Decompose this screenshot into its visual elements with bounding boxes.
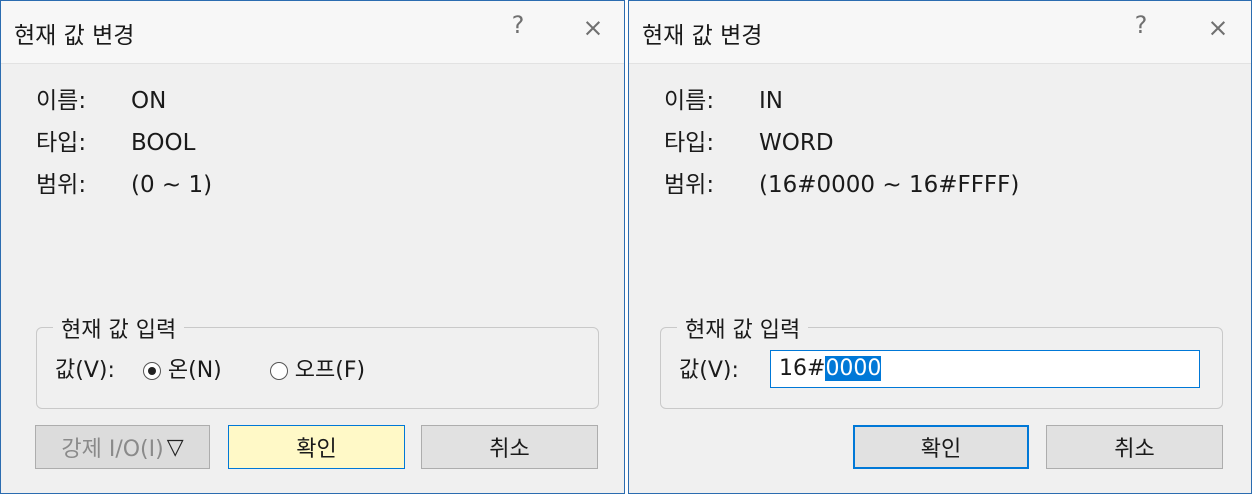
ok-label: 확인	[920, 437, 962, 462]
change-value-dialog-word: 현재 값 변경 ? × 이름: IN 타입: WORD 범위: (16#0000 ~ …	[628, 0, 1252, 494]
ok-label: 확인	[296, 437, 337, 462]
force-io-label: 강제 I/O(I)	[61, 437, 164, 462]
value-row: 값(V): 온(N) 오프(F)	[55, 352, 365, 384]
radio-on-label[interactable]: 온(N)	[168, 358, 222, 383]
range-label: 범위:	[36, 172, 87, 198]
value-input[interactable]: 16#0000	[770, 350, 1200, 388]
cancel-label: 취소	[1114, 437, 1155, 462]
value-label: 값(V):	[679, 358, 739, 383]
change-value-dialog-bool: 현재 값 변경 ? × 이름: ON 타입: BOOL 범위: (0 ~ 1) 현재 …	[0, 0, 625, 494]
dialog-title: 현재 값 변경	[14, 23, 135, 49]
value-prefix: 16#	[779, 356, 826, 381]
range-value: (16#0000 ~ 16#FFFF)	[759, 172, 1020, 198]
range-label: 범위:	[664, 172, 715, 198]
group-title: 현재 값 입력	[677, 312, 809, 344]
ok-button[interactable]: 확인	[228, 425, 405, 469]
name-label: 이름:	[36, 88, 87, 114]
title-bar: 현재 값 변경 ? ×	[1, 1, 624, 64]
cancel-button[interactable]: 취소	[1046, 425, 1223, 469]
range-row: 범위: (0 ~ 1)	[36, 165, 212, 199]
close-icon[interactable]: ×	[578, 13, 608, 42]
radio-on-icon[interactable]	[142, 362, 161, 380]
value-label: 값(V):	[55, 358, 115, 383]
type-value: BOOL	[131, 130, 196, 156]
type-label: 타입:	[664, 130, 715, 156]
help-icon[interactable]: ?	[1126, 11, 1156, 39]
cancel-label: 취소	[489, 437, 530, 462]
radio-off-label[interactable]: 오프(F)	[295, 358, 365, 383]
dialog-title: 현재 값 변경	[642, 23, 763, 49]
ok-button[interactable]: 확인	[853, 425, 1029, 469]
radio-off[interactable]: 오프(F)	[269, 358, 365, 383]
name-row: 이름: ON	[36, 81, 166, 115]
cancel-button[interactable]: 취소	[421, 425, 598, 469]
range-row: 범위: (16#0000 ~ 16#FFFF)	[664, 165, 1019, 199]
group-title: 현재 값 입력	[53, 312, 185, 344]
range-value: (0 ~ 1)	[131, 172, 213, 198]
force-io-button[interactable]: 강제 I/O(I) ▽	[35, 425, 210, 469]
close-icon[interactable]: ×	[1203, 13, 1233, 42]
name-label: 이름:	[664, 88, 715, 114]
radio-off-icon[interactable]	[269, 362, 288, 380]
name-value: IN	[759, 88, 783, 114]
type-row: 타입: WORD	[664, 123, 834, 157]
name-value: ON	[131, 88, 167, 114]
help-icon[interactable]: ?	[503, 11, 533, 39]
name-row: 이름: IN	[664, 81, 783, 115]
radio-on[interactable]: 온(N)	[142, 358, 229, 383]
type-row: 타입: BOOL	[36, 123, 195, 157]
current-value-group: 현재 값 입력 값(V): 16#0000	[660, 312, 1223, 409]
type-label: 타입:	[36, 130, 87, 156]
current-value-group: 현재 값 입력 값(V): 온(N) 오프(F)	[36, 312, 599, 409]
dropdown-arrow-icon: ▽	[166, 434, 184, 460]
type-value: WORD	[759, 130, 834, 156]
value-selected-text: 0000	[825, 356, 882, 381]
title-bar: 현재 값 변경 ? ×	[629, 1, 1251, 64]
